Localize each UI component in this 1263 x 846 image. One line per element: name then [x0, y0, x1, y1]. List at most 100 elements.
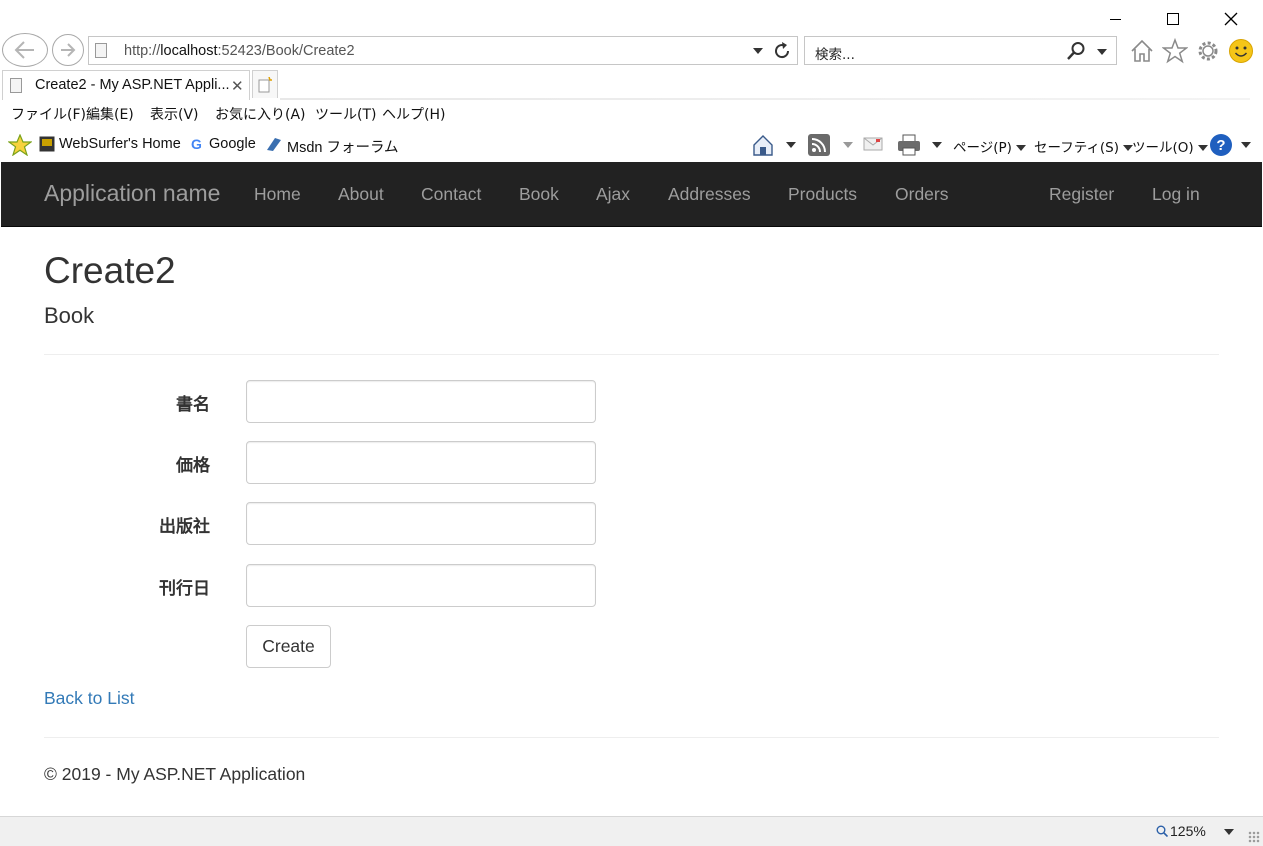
star-icon [1162, 38, 1188, 64]
tab-page-icon [10, 78, 22, 93]
safety-menu[interactable]: セーフティ(S) [1034, 136, 1133, 156]
maximize-icon [1167, 13, 1179, 25]
nav-book[interactable]: Book [519, 184, 559, 205]
url-scheme: http:// [124, 43, 161, 59]
nav-login[interactable]: Log in [1152, 184, 1200, 205]
page-menu[interactable]: ページ(P) [953, 136, 1026, 156]
minimize-icon [1109, 18, 1121, 20]
nav-home[interactable]: Home [254, 184, 301, 205]
fav-msdn[interactable]: Msdn フォーラム [287, 136, 399, 157]
close-window-button[interactable] [1211, 6, 1251, 32]
publisher-label: 出版社 [159, 517, 210, 537]
nav-orders[interactable]: Orders [895, 184, 948, 205]
rss-dropdown-icon[interactable] [843, 142, 853, 148]
zoom-control[interactable]: 125% [1156, 823, 1206, 839]
tab-close-icon[interactable]: ✕ [231, 77, 244, 95]
page-icon [95, 43, 107, 58]
page-menu-label: ページ(P) [953, 140, 1012, 156]
back-to-list-link[interactable]: Back to List [44, 688, 134, 709]
brand-link[interactable]: Application name [44, 180, 220, 207]
forward-button[interactable] [52, 34, 84, 66]
feedback-button[interactable] [1226, 36, 1256, 66]
publish-date-input[interactable] [246, 564, 596, 607]
help-icon[interactable]: ? [1209, 133, 1233, 157]
mail-icon[interactable] [862, 133, 884, 155]
minimize-button[interactable] [1095, 6, 1135, 32]
zoom-dropdown-icon[interactable] [1224, 829, 1234, 835]
zoom-level: 125% [1170, 823, 1206, 839]
print-dropdown-icon[interactable] [932, 142, 942, 148]
home-button[interactable] [1127, 36, 1157, 66]
help-dropdown-icon[interactable] [1241, 142, 1251, 148]
safety-menu-label: セーフティ(S) [1034, 140, 1119, 156]
nav-addresses[interactable]: Addresses [668, 184, 751, 205]
rss-icon[interactable] [807, 133, 831, 157]
maximize-button[interactable] [1153, 6, 1193, 32]
footer-divider [44, 737, 1219, 738]
site-navbar: Application name Home About Contact Book… [1, 162, 1262, 227]
forward-arrow-icon [61, 43, 76, 57]
nav-products[interactable]: Products [788, 184, 857, 205]
smiley-icon [1229, 39, 1253, 63]
settings-button[interactable] [1193, 36, 1223, 66]
tools-menu-label: ツール(O) [1132, 140, 1194, 156]
browser-chrome: http://localhost:52423/Book/Create2 検索..… [0, 0, 1263, 162]
zoom-icon [1156, 825, 1169, 838]
fav-google[interactable]: Google [209, 136, 256, 152]
nav-ajax[interactable]: Ajax [596, 184, 630, 205]
search-box[interactable]: 検索... [804, 36, 1117, 65]
fav-websurfer[interactable]: WebSurfer's Home [59, 136, 181, 152]
home-dropdown-icon[interactable] [786, 142, 796, 148]
address-dropdown-icon[interactable] [753, 48, 763, 54]
nav-about[interactable]: About [338, 184, 384, 205]
svg-text:?: ? [1216, 137, 1225, 154]
menu-edit[interactable]: 編集(E) [86, 104, 134, 124]
resize-grip[interactable] [1248, 831, 1260, 843]
url-path: :52423/Book/Create2 [217, 43, 355, 59]
print-icon[interactable] [896, 133, 922, 157]
tab-title: Create2 - My ASP.NET Appli... [35, 77, 230, 93]
menu-view[interactable]: 表示(V) [150, 104, 199, 124]
search-dropdown-icon[interactable] [1097, 49, 1107, 55]
nav-register[interactable]: Register [1049, 184, 1114, 205]
status-bar: 125% [0, 816, 1263, 846]
page-dropdown-icon [1015, 145, 1026, 151]
favorites-button[interactable] [1160, 36, 1190, 66]
address-url[interactable]: http://localhost:52423/Book/Create2 [124, 43, 355, 59]
menu-bar: ファイル(F) 編集(E) 表示(V) お気に入り(A) ツール(T) ヘルプ(… [0, 100, 1263, 128]
tools-menu[interactable]: ツール(O) [1132, 136, 1208, 156]
publish-date-label: 刊行日 [159, 579, 210, 599]
price-input[interactable] [246, 441, 596, 484]
google-icon: G [191, 136, 202, 152]
divider [44, 354, 1219, 355]
menu-tools[interactable]: ツール(T) [315, 104, 376, 124]
create-button[interactable]: Create [246, 625, 331, 668]
msdn-icon [267, 138, 281, 151]
search-icon[interactable] [1066, 41, 1086, 61]
footer-copyright: © 2019 - My ASP.NET Application [44, 764, 306, 784]
page-subtitle: Book [44, 303, 95, 328]
new-tab-icon [258, 76, 272, 92]
back-button[interactable] [2, 33, 48, 67]
favorites-bar: WebSurfer's Home G Google Msdn フォーラム ページ… [0, 130, 1263, 160]
tools-dropdown-icon [1197, 145, 1208, 151]
address-bar[interactable]: http://localhost:52423/Book/Create2 [88, 36, 798, 65]
tab-create2[interactable]: Create2 - My ASP.NET Appli... ✕ [2, 70, 250, 100]
publisher-input[interactable] [246, 502, 596, 545]
nav-contact[interactable]: Contact [421, 184, 481, 205]
home-cmd-icon[interactable] [751, 133, 775, 157]
url-host: localhost [160, 43, 218, 59]
new-tab-button[interactable] [252, 70, 278, 98]
home-icon [1131, 39, 1153, 62]
search-placeholder: 検索... [815, 47, 855, 63]
favorites-star-icon[interactable] [8, 134, 32, 156]
menu-favorites[interactable]: お気に入り(A) [215, 104, 306, 124]
websurfer-icon [39, 136, 55, 152]
title-input[interactable] [246, 380, 596, 423]
close-icon [1224, 12, 1238, 26]
back-arrow-icon [14, 41, 34, 59]
menu-help[interactable]: ヘルプ(H) [382, 104, 445, 124]
menu-file[interactable]: ファイル(F) [11, 104, 86, 124]
title-label: 書名 [176, 395, 210, 415]
refresh-icon[interactable] [771, 40, 793, 62]
